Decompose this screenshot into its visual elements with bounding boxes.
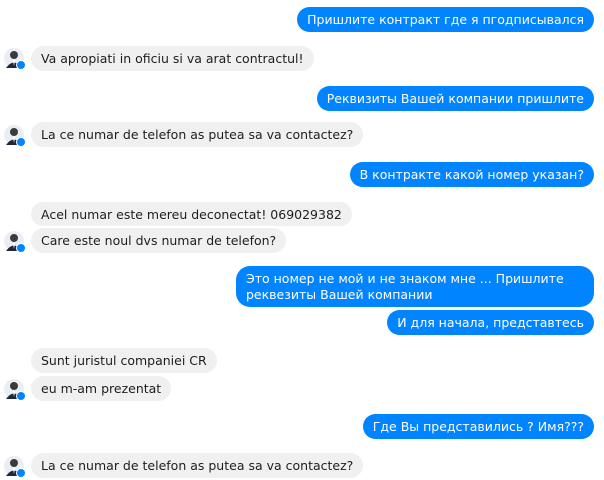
incoming-message[interactable]: eu m-am prezentat [31,376,172,401]
outgoing-message[interactable]: И для начала, представтесь [387,310,594,335]
outgoing-message[interactable]: Это номер не мой и не знаком мне ... При… [236,266,594,307]
avatar[interactable] [4,379,26,401]
avatar[interactable] [4,48,26,70]
incoming-message[interactable]: La ce numar de telefon as putea sa va co… [31,122,364,147]
messenger-badge-icon [16,60,26,70]
incoming-message[interactable]: La ce numar de telefon as putea sa va co… [31,453,364,478]
chat-thread: Пришлите контракт где я пгодписывался Va… [0,0,604,480]
outgoing-message[interactable]: Где Вы представились ? Имя??? [362,414,594,439]
messenger-badge-icon [16,137,26,147]
avatar[interactable] [4,456,26,478]
outgoing-message[interactable]: Реквизиты Вашей компании пришлите [316,86,594,111]
incoming-message[interactable]: Va apropiati in oficiu si va arat contra… [31,46,314,71]
avatar[interactable] [4,231,26,253]
incoming-message[interactable]: Sunt juristul companiei CR [31,348,217,373]
avatar[interactable] [4,125,26,147]
outgoing-message[interactable]: В контракте какой номер указан? [349,162,594,187]
messenger-badge-icon [16,243,26,253]
messenger-badge-icon [16,468,26,478]
incoming-message[interactable]: Care este noul dvs numar de telefon? [31,228,287,253]
incoming-message[interactable]: Acel numar este mereu deconectat! 069029… [31,202,352,226]
messenger-badge-icon [16,391,26,401]
outgoing-message[interactable]: Пришлите контракт где я пгодписывался [297,7,594,32]
